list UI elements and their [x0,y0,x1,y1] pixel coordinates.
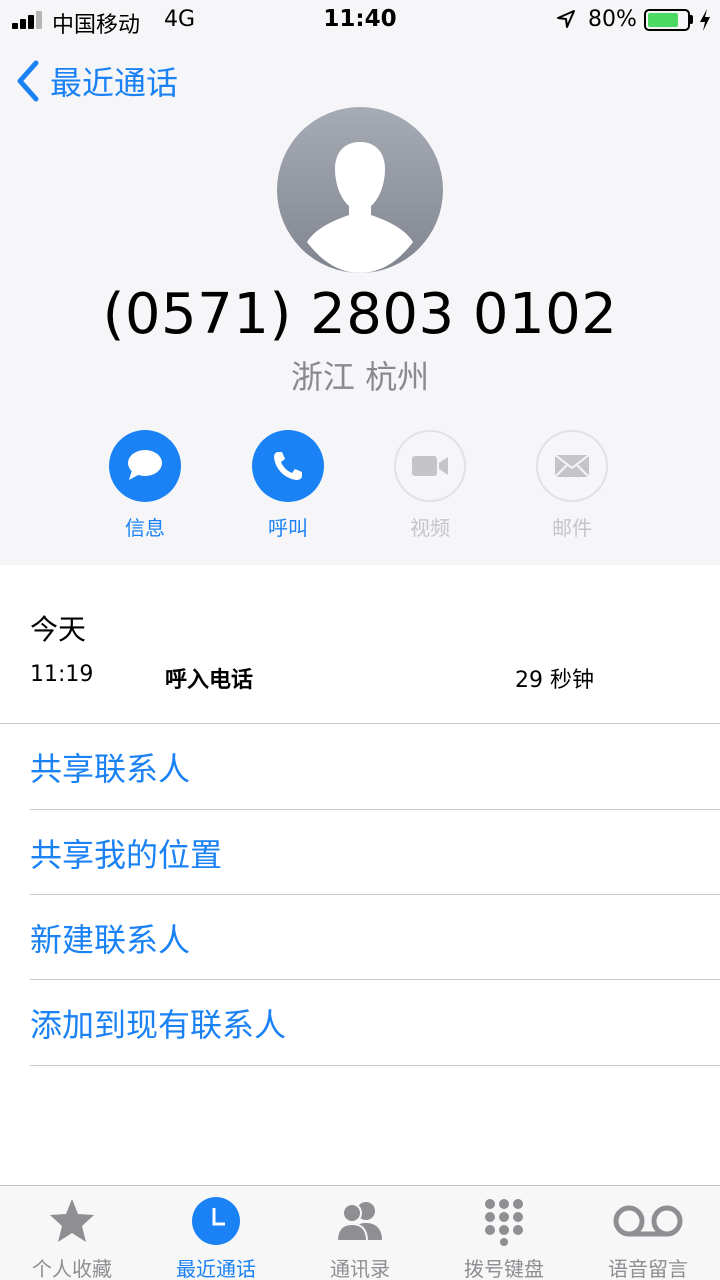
tab-favorites-label: 个人收藏 [32,1257,112,1280]
tab-keypad[interactable]: 拨号键盘 [432,1186,576,1280]
create-contact-option[interactable]: 新建联系人 [30,895,720,980]
message-label: 信息 [125,516,165,540]
person-silhouette-icon [307,142,413,273]
battery-level [648,13,679,27]
call-time: 11:19 [30,662,94,687]
phone-screen: 中国移动 4G 11:40 80% 最近通话 (0571) 2803 0102 [0,0,720,1280]
message-action[interactable]: 信息 [95,430,195,541]
phone-icon [274,452,302,480]
contacts-icon [335,1202,382,1242]
call-history-day: 今天 [30,613,87,646]
star-icon [50,1199,94,1242]
location-arrow-icon [557,10,575,28]
tab-favorites[interactable]: 个人收藏 [0,1186,144,1280]
tab-voicemail-label: 语音留言 [608,1257,688,1280]
contact-header: 最近通话 (0571) 2803 0102 浙江 杭州 信息 呼叫 视频 邮件 [0,40,720,565]
clock-icon [192,1197,240,1245]
call-label: 呼叫 [268,516,308,540]
tab-voicemail[interactable]: 语音留言 [576,1186,720,1280]
battery-icon [644,9,690,31]
video-label: 视频 [410,516,450,540]
call-duration: 29 秒钟 [515,668,594,693]
mail-icon [554,454,590,478]
video-button[interactable] [394,430,466,502]
call-action[interactable]: 呼叫 [238,430,338,541]
voicemail-icon [613,1205,683,1237]
tab-recents[interactable]: 最近通话 [144,1186,288,1280]
caller-location: 浙江 杭州 [290,358,430,396]
video-action[interactable]: 视频 [380,430,480,541]
share-location-option[interactable]: 共享我的位置 [30,810,720,895]
share-contact-option[interactable]: 共享联系人 [30,724,720,809]
mail-label: 邮件 [552,516,592,540]
tab-contacts-label: 通讯录 [330,1257,390,1280]
tab-bar: 个人收藏 最近通话 通讯录 拨号键盘 语音留言 [0,1185,720,1280]
call-button[interactable] [252,430,324,502]
status-bar: 中国移动 4G 11:40 80% [0,0,720,40]
message-button[interactable] [109,430,181,502]
tab-keypad-label: 拨号键盘 [464,1257,544,1280]
avatar [277,107,443,273]
keypad-icon [485,1199,523,1246]
back-button[interactable]: 最近通话 [14,58,178,104]
mail-button[interactable] [536,430,608,502]
add-to-existing-contact-option[interactable]: 添加到现有联系人 [30,980,720,1065]
tab-contacts[interactable]: 通讯录 [288,1186,432,1280]
message-icon [128,450,162,480]
charging-bolt-icon [700,9,710,31]
battery-percent: 80% [588,7,637,32]
divider [30,1065,720,1066]
back-label: 最近通话 [50,64,179,102]
battery-cap [690,15,693,24]
mail-action[interactable]: 邮件 [522,430,622,541]
chevron-left-icon [17,60,39,102]
call-type: 呼入电话 [165,668,254,693]
phone-number: (0571) 2803 0102 [102,282,618,347]
video-icon [412,456,448,476]
tab-recents-label: 最近通话 [176,1257,256,1280]
